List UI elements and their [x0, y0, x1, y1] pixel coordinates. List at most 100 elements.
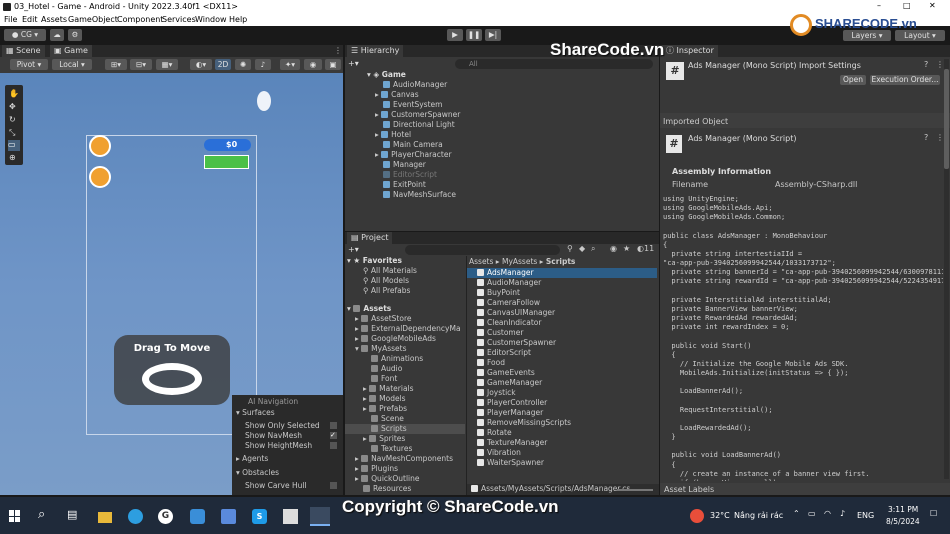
tab-scene[interactable]: ▦ Scene [2, 45, 45, 57]
search-by-type-icon[interactable]: ⚲ [567, 244, 573, 253]
folder-item[interactable]: ▸ Plugins [355, 464, 398, 474]
hidden-packages-icon[interactable]: ◉ [610, 244, 617, 253]
obstacles-foldout[interactable]: ▾ Obstacles [236, 468, 279, 478]
favorites-foldout[interactable]: ▾ ★ Favorites [347, 256, 402, 266]
search-by-label-icon[interactable]: ◆ [579, 244, 585, 253]
hierarchy-item[interactable]: ▸ PlayerCharacter [375, 150, 452, 160]
app-icon[interactable] [221, 509, 236, 524]
tab-project[interactable]: ▤ Project [347, 232, 393, 244]
project-search-input[interactable] [405, 245, 560, 255]
pivot-dropdown[interactable]: Pivot ▾ [10, 59, 48, 70]
hierarchy-item[interactable]: AudioManager [383, 80, 447, 90]
menu-file[interactable]: File [4, 15, 17, 24]
snap-increment-button[interactable]: ⊟▾ [130, 59, 152, 70]
step-button[interactable]: ▶| [485, 29, 501, 41]
cloud-icon[interactable]: ☁ [50, 29, 64, 41]
folder-item[interactable]: Audio [371, 364, 402, 374]
hand-tool-icon[interactable]: ✋ [9, 89, 19, 98]
folder-item[interactable]: Animations [371, 354, 423, 364]
menu-help[interactable]: Help [229, 15, 247, 24]
hierarchy-item[interactable]: NavMeshSurface [383, 190, 456, 200]
scale-tool-icon[interactable]: ⤡ [9, 128, 15, 138]
play-button[interactable]: ▶ [447, 29, 463, 41]
script-item[interactable]: AudioManager [477, 278, 541, 288]
battery-icon[interactable]: ▭ [808, 509, 816, 518]
script-item[interactable]: PlayerController [477, 398, 547, 408]
script-item[interactable]: WaiterSpawner [477, 458, 544, 468]
menu-window[interactable]: Window [195, 15, 227, 24]
folder-item[interactable]: ▸ QuickOutline [355, 474, 420, 484]
show-navmesh-checkbox[interactable]: ✓ [330, 432, 337, 439]
script-item[interactable]: CustomerSpawner [477, 338, 556, 348]
rect-tool-icon[interactable]: ▭ [8, 140, 20, 151]
folder-item[interactable]: ▸ Materials [363, 384, 414, 394]
lighting-toggle[interactable]: ✺ [235, 59, 251, 70]
hierarchy-item[interactable]: ▸ Canvas [375, 90, 419, 100]
wifi-icon[interactable]: ◠ [824, 509, 831, 518]
script-item[interactable]: CanvasUIManager [477, 308, 555, 318]
script-item[interactable]: GameManager [477, 378, 542, 388]
help-icon[interactable]: ? [924, 133, 928, 142]
menu-component[interactable]: Component [117, 15, 163, 24]
folder-item-selected[interactable]: Scripts [345, 424, 465, 434]
close-icon[interactable]: ✕ [929, 1, 936, 10]
assets-foldout[interactable]: ▾ Assets [347, 304, 391, 314]
folder-item[interactable]: ▸ Models [363, 394, 406, 404]
unity-hub-icon[interactable] [283, 509, 298, 524]
hierarchy-item[interactable]: ▸ CustomerSpawner [375, 110, 460, 120]
effects-toggle[interactable]: ✦▾ [280, 59, 300, 70]
hierarchy-item[interactable]: ExitPoint [383, 180, 426, 190]
breadcrumb-myassets[interactable]: MyAssets [502, 257, 537, 266]
hierarchy-search-input[interactable]: All [455, 59, 653, 69]
audio-toggle[interactable]: ♪ [255, 59, 271, 70]
notification-icon[interactable]: ☐ [930, 509, 937, 518]
favorite-item[interactable]: ⚲ All Prefabs [363, 286, 410, 296]
rotate-tool-icon[interactable]: ↻ [9, 115, 16, 124]
folder-item[interactable]: ▸ ExternalDependencyMa [355, 324, 461, 334]
hierarchy-item[interactable]: Main Camera [383, 140, 443, 150]
hierarchy-item[interactable]: ▸ Hotel [375, 130, 411, 140]
move-tool-icon[interactable]: ✥ [9, 102, 16, 111]
script-item[interactable]: Customer [477, 328, 523, 338]
favorite-icon[interactable]: ★ [623, 244, 630, 253]
breadcrumb-assets[interactable]: Assets [469, 257, 493, 266]
tray-chevron-icon[interactable]: ⌃ [793, 509, 800, 518]
maximize-icon[interactable]: □ [903, 1, 911, 10]
script-item[interactable]: EditorScript [477, 348, 531, 358]
script-item[interactable]: Joystick [477, 388, 516, 398]
script-item-selected[interactable]: AdsManager [467, 268, 657, 278]
minimize-icon[interactable]: – [877, 1, 881, 10]
script-item[interactable]: CleanIndicator [477, 318, 541, 328]
volume-icon[interactable]: ♪ [840, 509, 845, 518]
transform-tool-icon[interactable]: ⊕ [9, 153, 16, 162]
local-dropdown[interactable]: Local ▾ [52, 59, 92, 70]
shading-mode-button[interactable]: ◐▾ [190, 59, 212, 70]
grid-snap-button[interactable]: ⊞▾ [105, 59, 127, 70]
hierarchy-item[interactable]: EventSystem [383, 100, 442, 110]
camera-settings-button[interactable]: ▣ [325, 59, 341, 70]
script-item[interactable]: Vibration [477, 448, 521, 458]
tab-inspector[interactable]: ⓘ Inspector [662, 45, 718, 57]
script-item[interactable]: PlayerManager [477, 408, 543, 418]
execution-order-button[interactable]: Execution Order... [870, 75, 940, 85]
mode-2d-toggle[interactable]: 2D [215, 59, 231, 70]
hierarchy-item[interactable]: Directional Light [383, 120, 455, 130]
menu-edit[interactable]: Edit [22, 15, 38, 24]
layers-dropdown[interactable]: Layers ▾ [843, 30, 891, 41]
search-icon[interactable]: ⌕ [38, 507, 45, 522]
script-item[interactable]: GameEvents [477, 368, 535, 378]
more-icon[interactable]: ⋮ [936, 133, 944, 142]
favorite-item[interactable]: ⚲ All Materials [363, 266, 417, 276]
windows-start-icon[interactable] [9, 510, 21, 522]
help-icon[interactable]: ? [924, 60, 928, 69]
tab-game[interactable]: ▣ Game [50, 45, 92, 57]
script-item[interactable]: Food [477, 358, 505, 368]
app-icon[interactable] [190, 509, 205, 524]
script-item[interactable]: RemoveMissingScripts [477, 418, 571, 428]
icon-size-slider[interactable] [617, 489, 653, 491]
folder-item[interactable]: Font [371, 374, 397, 384]
hierarchy-item[interactable]: EditorScript [383, 170, 437, 180]
folder-item[interactable]: ▸ GoogleMobileAds [355, 334, 436, 344]
file-explorer-icon[interactable] [98, 512, 112, 523]
folder-item[interactable]: ▾ MyAssets [355, 344, 406, 354]
